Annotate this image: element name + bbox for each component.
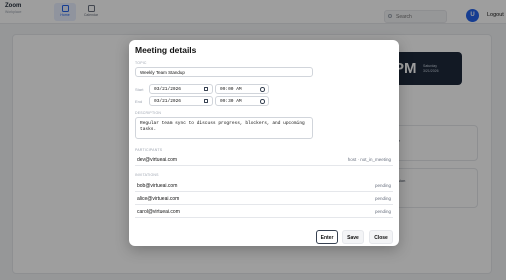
- start-time-value: 09:00 AM: [220, 86, 242, 92]
- invitation-email: carol@virtueai.com: [137, 209, 180, 215]
- topic-value: Weekly Team Standup: [140, 69, 185, 75]
- invitations-label: INVITATIONS: [135, 173, 159, 177]
- enter-button[interactable]: Enter: [316, 230, 338, 244]
- meeting-details-modal: Meeting details TOPIC Weekly Team Standu…: [129, 40, 399, 246]
- invitation-row: alice@virtueai.com pending: [135, 193, 393, 205]
- end-date-value: 03/21/2026: [154, 98, 182, 104]
- invitation-row: carol@virtueai.com pending: [135, 206, 393, 218]
- invitation-status: pending: [374, 209, 391, 214]
- calendar-icon[interactable]: [204, 87, 208, 91]
- start-label: Start: [135, 87, 144, 92]
- participant-email: dev@virtueai.com: [137, 157, 178, 163]
- invitation-email: alice@virtueai.com: [137, 196, 180, 202]
- start-date-value: 03/21/2026: [154, 86, 182, 92]
- invitation-status: pending: [374, 183, 391, 188]
- end-label: End: [135, 99, 143, 104]
- participants-label: PARTICIPANTS: [135, 148, 163, 152]
- clock-icon[interactable]: [260, 87, 265, 92]
- close-button[interactable]: Close: [369, 230, 393, 244]
- calendar-icon[interactable]: [204, 99, 208, 103]
- participant-row: dev@virtueai.com host · not_in_meeting: [135, 154, 393, 166]
- modal-title: Meeting details: [135, 45, 197, 55]
- save-button[interactable]: Save: [342, 230, 364, 244]
- invitation-status: pending: [374, 196, 391, 201]
- participant-status: host · not_in_meeting: [347, 157, 391, 162]
- topic-label: TOPIC: [135, 61, 147, 65]
- invitation-email: bob@virtueai.com: [137, 183, 178, 189]
- topic-field[interactable]: Weekly Team Standup: [135, 67, 313, 77]
- end-time-value: 09:30 AM: [220, 98, 242, 104]
- description-field[interactable]: Regular team sync to discuss progress, b…: [135, 117, 313, 139]
- invitation-row: bob@virtueai.com pending: [135, 180, 393, 192]
- description-label: DESCRIPTION: [135, 111, 162, 115]
- clock-icon[interactable]: [260, 99, 265, 104]
- description-value: Regular team sync to discuss progress, b…: [140, 121, 305, 132]
